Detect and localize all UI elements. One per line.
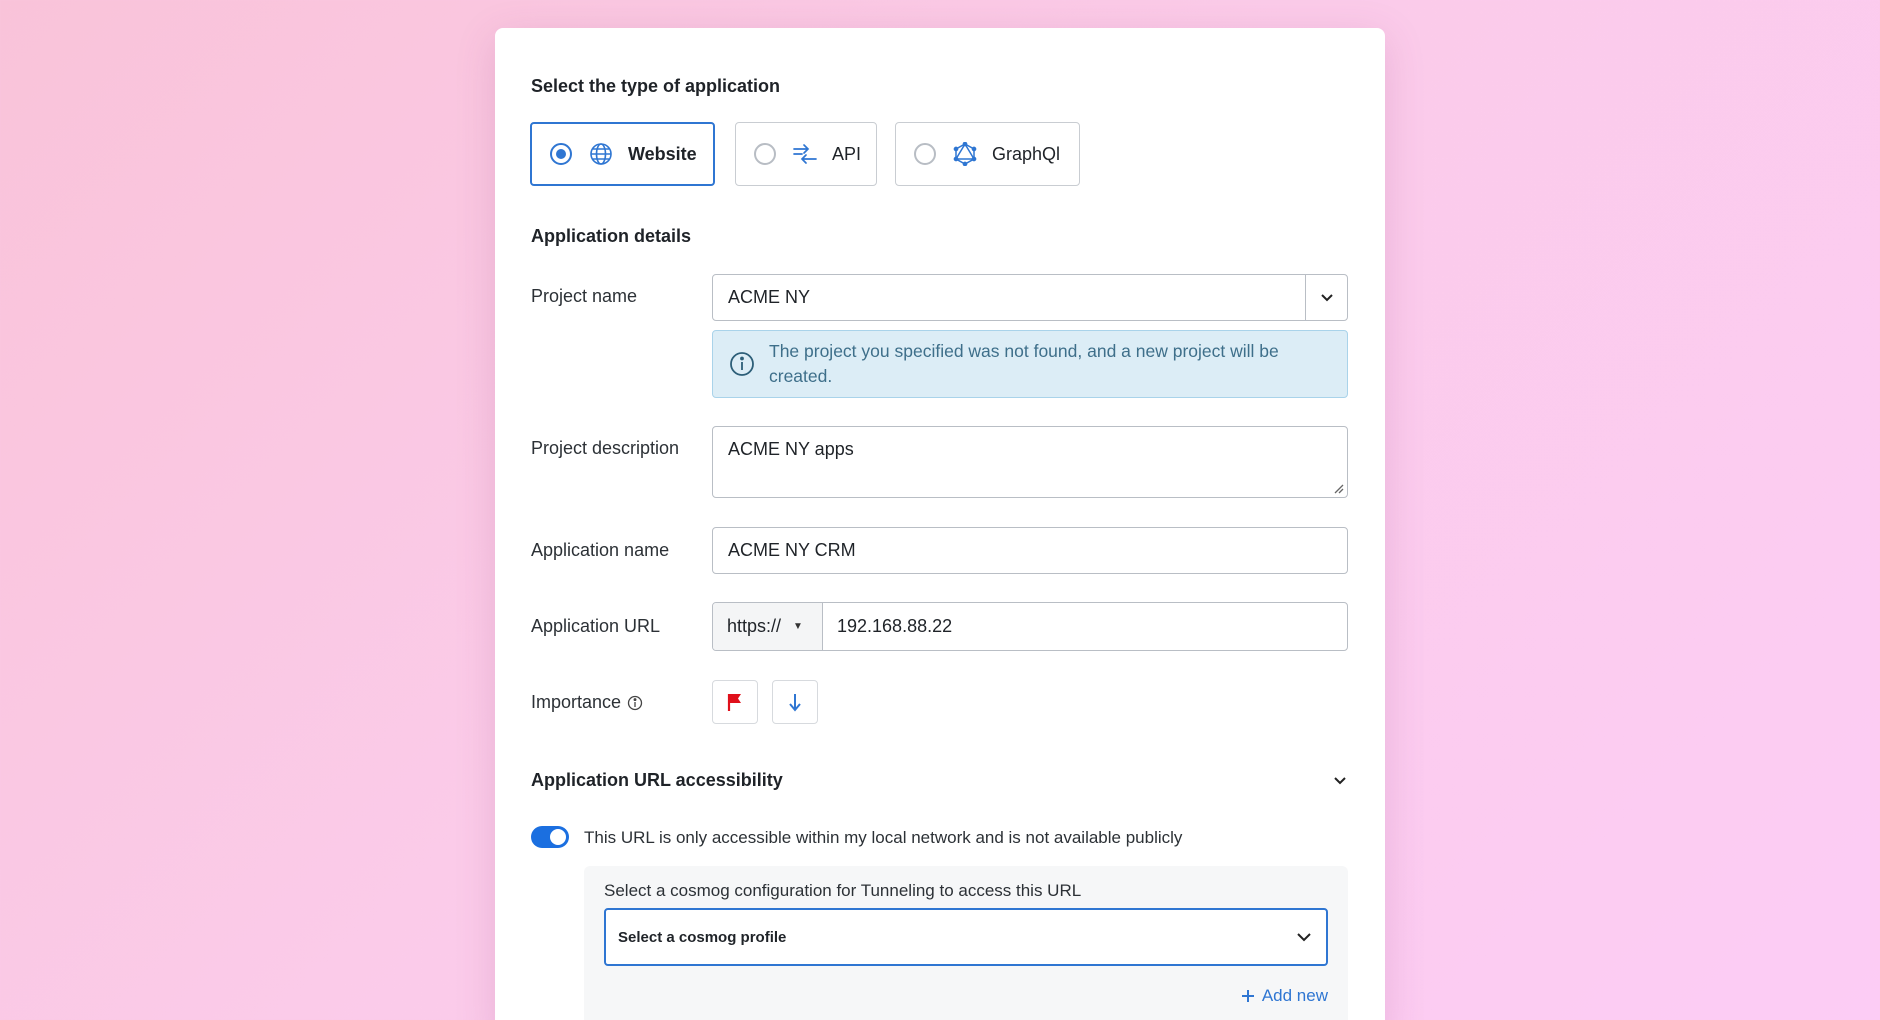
local-network-toggle[interactable] bbox=[531, 826, 569, 848]
application-form-card: Select the type of application Website A… bbox=[495, 28, 1385, 1020]
api-radio[interactable] bbox=[754, 143, 776, 165]
type-option-api[interactable]: API bbox=[735, 122, 877, 186]
protocol-select[interactable]: https:// ▼ bbox=[713, 603, 823, 650]
type-option-label: Website bbox=[628, 143, 697, 164]
application-name-value: ACME NY CRM bbox=[728, 540, 856, 560]
project-not-found-alert: The project you specified was not found,… bbox=[712, 330, 1348, 398]
application-url-input[interactable]: 192.168.88.22 bbox=[823, 616, 1347, 637]
api-arrows-icon bbox=[792, 141, 818, 167]
type-section-title: Select the type of application bbox=[531, 76, 781, 96]
caret-down-icon: ▼ bbox=[793, 621, 803, 632]
info-icon bbox=[730, 352, 754, 376]
add-new-button[interactable]: Add new bbox=[1240, 986, 1328, 1006]
tunnel-config-label: Select a cosmog configuration for Tunnel… bbox=[604, 881, 1082, 900]
alert-message: The project you specified was not found,… bbox=[769, 341, 1279, 386]
project-name-select[interactable]: ACME NY bbox=[712, 274, 1348, 321]
protocol-value: https:// bbox=[727, 616, 782, 636]
tunneling-panel: Select a cosmog configuration for Tunnel… bbox=[584, 866, 1348, 1020]
accessibility-section-title: Application URL accessibility bbox=[531, 770, 783, 790]
chevron-down-icon bbox=[1297, 933, 1311, 942]
chevron-down-icon[interactable] bbox=[1333, 776, 1347, 786]
application-url-label: Application URL bbox=[531, 616, 661, 636]
info-icon[interactable] bbox=[627, 695, 643, 711]
project-description-label: Project description bbox=[531, 438, 680, 458]
arrow-down-icon bbox=[789, 694, 801, 712]
type-option-graphql[interactable]: GraphQl bbox=[895, 122, 1080, 186]
website-radio[interactable] bbox=[550, 143, 572, 165]
resize-handle-icon[interactable] bbox=[1332, 482, 1344, 494]
priority-flag-button[interactable] bbox=[712, 680, 758, 724]
add-new-label: Add new bbox=[1261, 986, 1328, 1005]
importance-label-group: Importance bbox=[531, 692, 643, 713]
project-description-value: ACME NY apps bbox=[728, 439, 854, 459]
type-option-label: GraphQl bbox=[992, 143, 1061, 164]
plus-icon bbox=[1241, 990, 1254, 1002]
low-priority-button[interactable] bbox=[772, 680, 818, 724]
application-name-label: Application name bbox=[531, 540, 670, 560]
cosmog-profile-select[interactable]: Select a cosmog profile bbox=[604, 908, 1328, 966]
type-option-label: API bbox=[832, 143, 862, 164]
project-name-value: ACME NY bbox=[728, 287, 811, 307]
application-url-group: https:// ▼ 192.168.88.22 bbox=[712, 602, 1348, 651]
type-option-website[interactable]: Website bbox=[530, 122, 715, 186]
graphql-radio[interactable] bbox=[914, 143, 936, 165]
flag-icon bbox=[727, 694, 741, 711]
importance-label: Importance bbox=[531, 692, 622, 712]
globe-icon bbox=[588, 141, 614, 167]
application-name-input[interactable]: ACME NY CRM bbox=[712, 527, 1348, 574]
cosmog-profile-placeholder: Select a cosmog profile bbox=[618, 928, 787, 946]
details-section-title: Application details bbox=[531, 226, 692, 246]
project-name-label: Project name bbox=[531, 286, 638, 306]
local-network-toggle-label: This URL is only accessible within my lo… bbox=[584, 828, 1183, 847]
chevron-down-icon[interactable] bbox=[1305, 275, 1347, 320]
graphql-icon bbox=[952, 141, 978, 167]
project-description-textarea[interactable]: ACME NY apps bbox=[712, 426, 1348, 498]
